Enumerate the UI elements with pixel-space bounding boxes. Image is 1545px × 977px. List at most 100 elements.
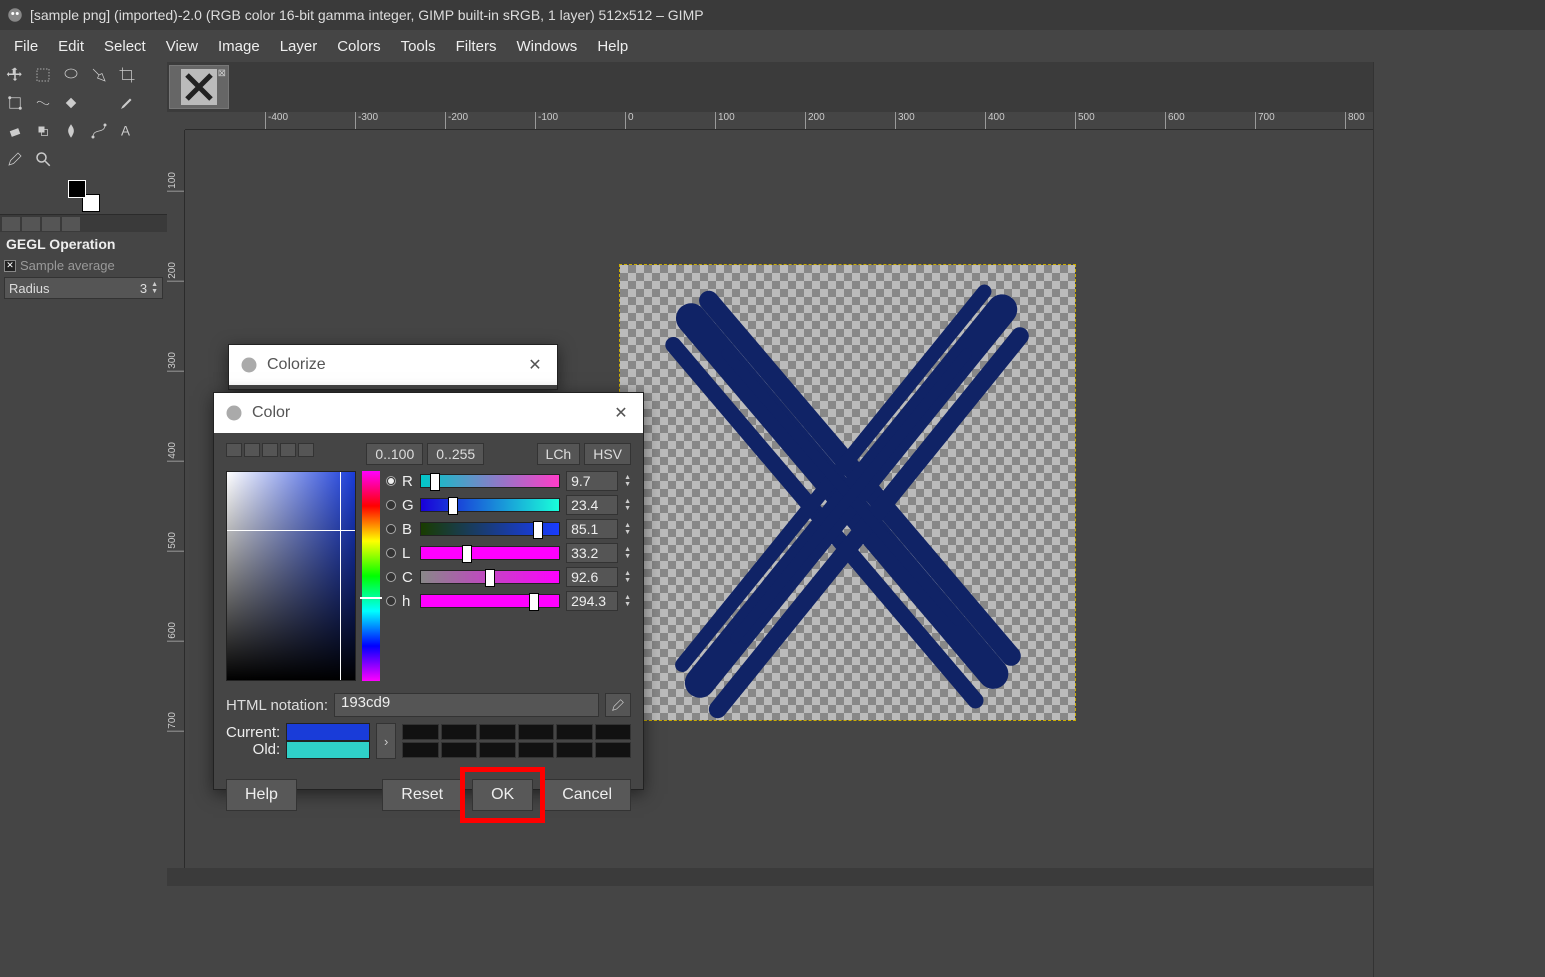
bucket-tool-icon[interactable] [60, 92, 82, 114]
picker-tab-4[interactable] [280, 443, 296, 457]
menu-file[interactable]: File [4, 34, 48, 59]
brush-tool-icon[interactable] [116, 92, 138, 114]
hue-slider[interactable] [362, 471, 380, 681]
move-tool-icon[interactable] [4, 64, 26, 86]
smudge-tool-icon[interactable] [60, 120, 82, 142]
crop-tool-icon[interactable] [116, 64, 138, 86]
picker-tab-3[interactable] [262, 443, 278, 457]
menu-filters[interactable]: Filters [446, 34, 507, 59]
menu-view[interactable]: View [156, 34, 208, 59]
menu-colors[interactable]: Colors [327, 34, 390, 59]
color-dialog-header[interactable]: Color ✕ [214, 393, 643, 433]
history-swatch[interactable] [479, 724, 515, 740]
channel-slider-g[interactable] [420, 498, 560, 512]
channel-value-r[interactable]: 9.7 [566, 471, 618, 491]
channel-slider-h[interactable] [420, 594, 560, 608]
menu-edit[interactable]: Edit [48, 34, 94, 59]
clone-tool-icon[interactable] [32, 120, 54, 142]
zoom-tool-icon[interactable] [32, 148, 54, 170]
channel-slider-l[interactable] [420, 546, 560, 560]
channel-radio-g[interactable] [386, 500, 396, 510]
color-picker-tool-icon[interactable] [4, 148, 26, 170]
ok-button[interactable]: OK [472, 779, 533, 811]
history-swatch[interactable] [441, 742, 477, 758]
eraser-tool-icon[interactable] [4, 120, 26, 142]
channel-slider-r[interactable] [420, 474, 560, 488]
history-swatch[interactable] [402, 724, 438, 740]
menu-tools[interactable]: Tools [391, 34, 446, 59]
colorize-dialog-header[interactable]: Colorize ✕ [229, 345, 557, 385]
color-dialog-close-icon[interactable]: ✕ [609, 401, 633, 425]
image-tab-active[interactable]: ⊠ [169, 65, 229, 109]
history-swatch[interactable] [518, 742, 554, 758]
scale-0-100-button[interactable]: 0..100 [366, 443, 423, 465]
fg-color-swatch[interactable] [68, 180, 86, 198]
menu-layer[interactable]: Layer [270, 34, 328, 59]
radius-spinner[interactable]: ▲▼ [151, 281, 158, 295]
history-swatch[interactable] [518, 724, 554, 740]
picker-tab-1[interactable] [226, 443, 242, 457]
fg-bg-swatches[interactable] [0, 178, 167, 214]
text-tool-icon[interactable]: A [116, 120, 138, 142]
sv-picker[interactable] [226, 471, 356, 681]
dock-tab-4[interactable] [62, 217, 80, 231]
channel-value-g[interactable]: 23.4 [566, 495, 618, 515]
sample-average-checkbox[interactable]: ✕ [4, 260, 16, 272]
history-swatch[interactable] [479, 742, 515, 758]
reset-button[interactable]: Reset [382, 779, 462, 811]
channel-radio-r[interactable] [386, 476, 396, 486]
channel-slider-c[interactable] [420, 570, 560, 584]
dock-tab-1[interactable] [2, 217, 20, 231]
colorize-close-icon[interactable]: ✕ [523, 353, 547, 377]
help-button[interactable]: Help [226, 779, 297, 811]
channel-radio-b[interactable] [386, 524, 396, 534]
scale-0-255-button[interactable]: 0..255 [427, 443, 484, 465]
add-to-history-button[interactable]: › [376, 723, 396, 759]
channel-radio-h[interactable] [386, 596, 396, 606]
channel-spinner[interactable]: ▲▼ [624, 546, 631, 560]
channel-spinner[interactable]: ▲▼ [624, 594, 631, 608]
channel-spinner[interactable]: ▲▼ [624, 522, 631, 536]
channel-spinner[interactable]: ▲▼ [624, 498, 631, 512]
menu-select[interactable]: Select [94, 34, 156, 59]
history-swatch[interactable] [595, 724, 631, 740]
warp-tool-icon[interactable] [32, 92, 54, 114]
fuzzy-select-tool-icon[interactable] [88, 64, 110, 86]
dock-tab-3[interactable] [42, 217, 60, 231]
path-tool-icon[interactable] [88, 120, 110, 142]
channel-value-l[interactable]: 33.2 [566, 543, 618, 563]
dock-tab-2[interactable] [22, 217, 40, 231]
channel-slider-b[interactable] [420, 522, 560, 536]
menu-help[interactable]: Help [587, 34, 638, 59]
gradient-tool-icon[interactable] [88, 92, 110, 114]
html-notation-input[interactable]: 193cd9 [334, 693, 599, 717]
current-color-swatch[interactable] [286, 723, 370, 741]
channel-value-b[interactable]: 85.1 [566, 519, 618, 539]
ruler-h-tick: -100 [535, 112, 558, 130]
tab-close-icon[interactable]: ⊠ [218, 68, 226, 79]
mode-lch-button[interactable]: LCh [537, 443, 581, 465]
channel-value-c[interactable]: 92.6 [566, 567, 618, 587]
transform-tool-icon[interactable] [4, 92, 26, 114]
channel-spinner[interactable]: ▲▼ [624, 474, 631, 488]
history-swatch[interactable] [595, 742, 631, 758]
picker-tab-5[interactable] [298, 443, 314, 457]
channel-spinner[interactable]: ▲▼ [624, 570, 631, 584]
history-swatch[interactable] [556, 742, 592, 758]
rect-select-tool-icon[interactable] [32, 64, 54, 86]
cancel-button[interactable]: Cancel [543, 779, 631, 811]
menu-windows[interactable]: Windows [506, 34, 587, 59]
channel-value-h[interactable]: 294.3 [566, 591, 618, 611]
history-swatch[interactable] [556, 724, 592, 740]
history-swatch[interactable] [441, 724, 477, 740]
mode-hsv-button[interactable]: HSV [584, 443, 631, 465]
old-color-swatch[interactable] [286, 741, 370, 759]
channel-radio-c[interactable] [386, 572, 396, 582]
menu-image[interactable]: Image [208, 34, 270, 59]
channel-radio-l[interactable] [386, 548, 396, 558]
picker-tab-2[interactable] [244, 443, 260, 457]
lasso-tool-icon[interactable] [60, 64, 82, 86]
radius-input[interactable]: Radius 3 ▲▼ [4, 277, 163, 299]
eyedropper-button[interactable] [605, 693, 631, 717]
history-swatch[interactable] [402, 742, 438, 758]
